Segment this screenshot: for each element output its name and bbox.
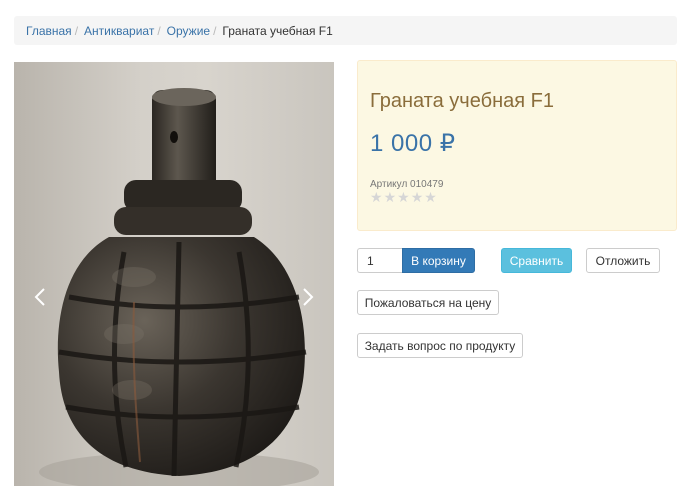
- product-image-gallery: [14, 62, 334, 486]
- add-to-cart-button[interactable]: В корзину: [402, 248, 475, 273]
- defer-button[interactable]: Отложить: [586, 248, 660, 273]
- star-icon[interactable]: ★: [384, 190, 397, 204]
- star-icon[interactable]: ★: [370, 190, 383, 204]
- chevron-left-icon: [34, 288, 45, 306]
- star-icon[interactable]: ★: [424, 190, 437, 204]
- breadcrumb-current: Граната учебная F1: [222, 23, 333, 38]
- gallery-prev-button[interactable]: [30, 282, 50, 312]
- product-title: Граната учебная F1: [370, 90, 554, 112]
- product-info-panel: Граната учебная F1 1 000 ₽ Артикул 01047…: [357, 60, 677, 231]
- star-icon[interactable]: ★: [411, 190, 424, 204]
- grenade-photo: [39, 88, 319, 486]
- gallery-next-button[interactable]: [298, 282, 318, 312]
- ask-question-button[interactable]: Задать вопрос по продукту: [357, 333, 523, 358]
- rating-stars[interactable]: ★ ★ ★ ★ ★: [370, 190, 437, 204]
- complain-price-button[interactable]: Пожаловаться на цену: [357, 290, 499, 315]
- breadcrumb-separator: /: [74, 23, 79, 38]
- breadcrumb-separator: /: [157, 23, 161, 38]
- breadcrumb: Главная / Антиквариат / Оружие / Граната…: [14, 16, 677, 45]
- chevron-right-icon: [303, 288, 314, 306]
- product-price: 1 000 ₽: [370, 130, 456, 157]
- star-icon[interactable]: ★: [397, 190, 410, 204]
- quantity-input[interactable]: [357, 248, 402, 273]
- breadcrumb-separator: /: [213, 23, 217, 38]
- breadcrumb-link-weapons[interactable]: Оружие: [167, 24, 210, 38]
- breadcrumb-link-home[interactable]: Главная: [26, 24, 72, 38]
- breadcrumb-link-antiques[interactable]: Антиквариат: [84, 24, 154, 38]
- compare-button[interactable]: Сравнить: [501, 248, 572, 273]
